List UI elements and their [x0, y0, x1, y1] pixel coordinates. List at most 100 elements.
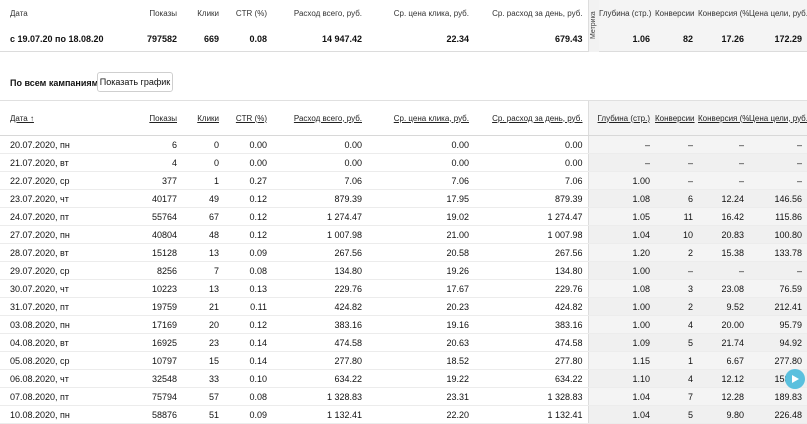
sort-goal-price-header[interactable]: Цена цели, руб. [749, 100, 807, 136]
cell-clicks: 0 [182, 135, 224, 154]
sort-conv-header[interactable]: Конверсии [655, 100, 698, 136]
cell-conv-pct: 20.00 [698, 315, 749, 334]
header-ctr-label[interactable]: CTR (%) [236, 114, 267, 123]
header-conv-pct-label[interactable]: Конверсия (%) [698, 114, 749, 123]
cell-conv-pct: – [698, 171, 749, 190]
cell-conv: 5 [655, 333, 698, 352]
cell-shows: 58876 [118, 405, 182, 424]
header-daily-label[interactable]: Ср. расход за день, руб. [492, 114, 582, 123]
cell-depth: 1.00 [587, 315, 655, 334]
cell-ctr: 0.00 [224, 153, 272, 172]
cell-spend: 1 132.41 [272, 405, 367, 424]
cell-shows: 32548 [118, 369, 182, 388]
cell-depth: – [587, 153, 655, 172]
table-row: 06.08.2020, чт 32548 33 0.10 634.22 19.22 634.… [0, 369, 807, 388]
cell-conv-pct: 9.52 [698, 297, 749, 316]
table-row: 03.08.2020, пн 17169 20 0.12 383.16 19.16 383.… [0, 315, 807, 334]
cell-clicks: 13 [182, 279, 224, 298]
cell-shows: 4 [118, 153, 182, 172]
summary-daily: 679.43 [474, 27, 588, 52]
summary-cpc: 22.34 [367, 27, 474, 52]
cell-goal-price: 95.79 [749, 315, 807, 334]
cell-spend: 134.80 [272, 261, 367, 280]
daily-stats-table: Дата ↑ Показы Клики CTR (%) Расход всего… [0, 100, 807, 424]
sort-depth-header[interactable]: Глубина (стр.) [587, 100, 655, 136]
header-shows-label[interactable]: Показы [149, 114, 177, 123]
cell-spend: 0.00 [272, 153, 367, 172]
cell-clicks: 51 [182, 405, 224, 424]
sort-ctr-header[interactable]: CTR (%) [224, 100, 272, 136]
header-goal-price-label[interactable]: Цена цели, руб. [749, 114, 807, 123]
cell-goal-price: – [749, 153, 807, 172]
cell-cpc: 20.63 [367, 333, 474, 352]
header-cpc-label[interactable]: Ср. цена клика, руб. [394, 114, 469, 123]
cell-clicks: 15 [182, 351, 224, 370]
cell-cpc: 18.52 [367, 351, 474, 370]
summary-conv-pct: 17.26 [698, 27, 749, 52]
cell-conv: 11 [655, 207, 698, 226]
cell-depth: 1.20 [587, 243, 655, 262]
cell-clicks: 0 [182, 153, 224, 172]
cell-spend: 1 328.83 [272, 387, 367, 406]
cell-conv-pct: 12.24 [698, 189, 749, 208]
sort-shows-header[interactable]: Показы [118, 100, 182, 136]
cell-clicks: 7 [182, 261, 224, 280]
summary-header-conv: Конверсии [655, 0, 698, 27]
sort-date-header[interactable]: Дата ↑ [0, 100, 118, 136]
cell-cpc: 7.06 [367, 171, 474, 190]
cell-conv-pct: 12.28 [698, 387, 749, 406]
sort-conv-pct-header[interactable]: Конверсия (%) [698, 100, 749, 136]
summary-clicks: 669 [182, 27, 224, 52]
cell-clicks: 48 [182, 225, 224, 244]
cell-depth: 1.00 [587, 261, 655, 280]
header-depth-label[interactable]: Глубина (стр.) [598, 114, 650, 123]
cell-goal-price: – [749, 171, 807, 190]
table-row: 29.07.2020, ср 8256 7 0.08 134.80 19.26 134.80… [0, 261, 807, 280]
cell-conv: 7 [655, 387, 698, 406]
show-graph-button[interactable]: Показать график [97, 72, 173, 92]
cell-daily: 134.80 [474, 261, 588, 280]
header-clicks-label[interactable]: Клики [197, 114, 219, 123]
cell-clicks: 20 [182, 315, 224, 334]
sort-daily-header[interactable]: Ср. расход за день, руб. [474, 100, 588, 136]
cell-cpc: 0.00 [367, 135, 474, 154]
cell-date: 10.08.2020, пн [0, 405, 118, 424]
table-row: 07.08.2020, пт 75794 57 0.08 1 328.83 23.31 1 … [0, 387, 807, 406]
cell-shows: 55764 [118, 207, 182, 226]
cell-conv-pct: 21.74 [698, 333, 749, 352]
summary-header-daily: Ср. расход за день, руб. [492, 9, 583, 18]
cell-shows: 75794 [118, 387, 182, 406]
cell-conv: 1 [655, 351, 698, 370]
cell-depth: 1.10 [587, 369, 655, 388]
cell-ctr: 0.11 [224, 297, 272, 316]
cell-clicks: 33 [182, 369, 224, 388]
header-spend-label[interactable]: Расход всего, руб. [294, 114, 362, 123]
header-conv-label[interactable]: Конверсии [655, 114, 695, 123]
cell-conv-pct: – [698, 135, 749, 154]
header-date-label[interactable]: Дата ↑ [10, 114, 34, 123]
play-icon[interactable] [785, 369, 805, 389]
table-body: 20.07.2020, пн 6 0 0.00 0.00 0.00 0.00– – – –21.0… [0, 135, 807, 424]
campaigns-label: По всем кампаниям [10, 78, 99, 88]
sort-spend-header[interactable]: Расход всего, руб. [272, 100, 367, 136]
cell-daily: 0.00 [474, 153, 588, 172]
cell-shows: 15128 [118, 243, 182, 262]
summary-header-date: Дата [10, 9, 28, 18]
cell-cpc: 23.31 [367, 387, 474, 406]
cell-cpc: 22.20 [367, 405, 474, 424]
table-row: 23.07.2020, чт 40177 49 0.12 879.39 17.95 879.… [0, 189, 807, 208]
cell-date: 24.07.2020, пт [0, 207, 118, 226]
cell-daily: 1 328.83 [474, 387, 588, 406]
metrika-column: Метрика [587, 0, 599, 52]
sort-cpc-header[interactable]: Ср. цена клика, руб. [367, 100, 474, 136]
cell-ctr: 0.12 [224, 315, 272, 334]
summary-spend: 14 947.42 [272, 27, 367, 52]
cell-depth: 1.09 [587, 333, 655, 352]
cell-daily: 424.82 [474, 297, 588, 316]
cell-goal-price: 100.80 [749, 225, 807, 244]
cell-daily: 879.39 [474, 189, 588, 208]
summary-header-cpc: Ср. цена клика, руб. [393, 9, 469, 18]
summary-period: с 19.07.20 по 18.08.20 [0, 27, 118, 52]
summary-header-conv-pct: Конверсия (%) [698, 0, 749, 27]
sort-clicks-header[interactable]: Клики [182, 100, 224, 136]
